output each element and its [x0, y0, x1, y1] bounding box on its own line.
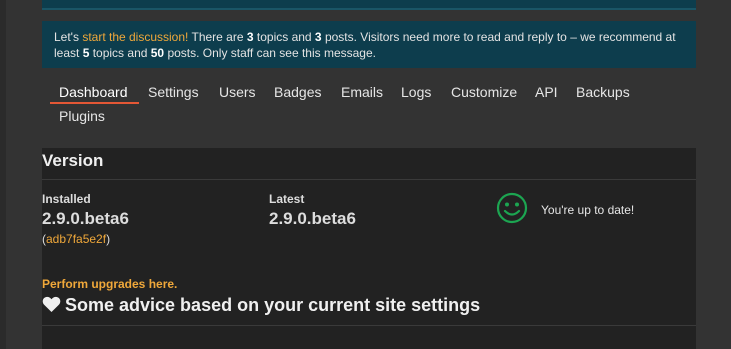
divider [42, 325, 696, 326]
installed-version: 2.9.0.beta6 [42, 209, 129, 228]
notice-text: posts. Only staff can see this message. [164, 46, 376, 60]
tab-settings[interactable]: Settings [148, 84, 199, 100]
tab-api[interactable]: API [535, 84, 558, 100]
dashboard-panel: Version Installed 2.9.0.beta6 (adb7fa5e2… [42, 148, 696, 349]
tab-dashboard[interactable]: Dashboard [59, 84, 128, 100]
posts-count: 3 [314, 30, 322, 44]
tab-users[interactable]: Users [219, 84, 256, 100]
divider [42, 179, 696, 180]
left-rail [0, 0, 6, 349]
start-discussion-link[interactable]: start the discussion! [82, 30, 188, 44]
perform-upgrades-link[interactable]: Perform upgrades here. [42, 277, 177, 291]
advice-title: Some advice based on your current site s… [65, 295, 481, 315]
notice-text: topics and [89, 46, 151, 60]
up-to-date-status: You're up to date! [541, 203, 635, 217]
top-banner [42, 0, 696, 10]
tab-customize[interactable]: Customize [451, 84, 517, 100]
commit-hash-link[interactable]: adb7fa5e2f [46, 232, 106, 246]
topics-count: 3 [246, 30, 254, 44]
tab-badges[interactable]: Badges [274, 84, 321, 100]
tab-backups[interactable]: Backups [576, 84, 630, 100]
commit-ref: (adb7fa5e2f) [42, 232, 110, 246]
latest-label: Latest [269, 192, 305, 206]
active-tab-indicator [50, 102, 139, 104]
min-posts: 50 [150, 46, 165, 60]
version-title: Version [42, 151, 104, 170]
tab-logs[interactable]: Logs [401, 84, 431, 100]
commit-close: ) [106, 232, 111, 246]
tab-emails[interactable]: Emails [341, 84, 383, 100]
tab-plugins[interactable]: Plugins [59, 108, 105, 124]
latest-version: 2.9.0.beta6 [269, 209, 356, 228]
heart-icon [42, 296, 61, 313]
notice-prefix: Let's [54, 30, 83, 44]
advice-heading: Some advice based on your current site s… [42, 295, 480, 316]
notice-text: There are [188, 30, 247, 44]
smiley-icon [496, 192, 528, 224]
staff-notice: Let's start the discussion! There are 3 … [42, 21, 696, 68]
top-banner-edge [42, 8, 696, 10]
installed-label: Installed [42, 192, 91, 206]
notice-text: topics and [253, 30, 315, 44]
